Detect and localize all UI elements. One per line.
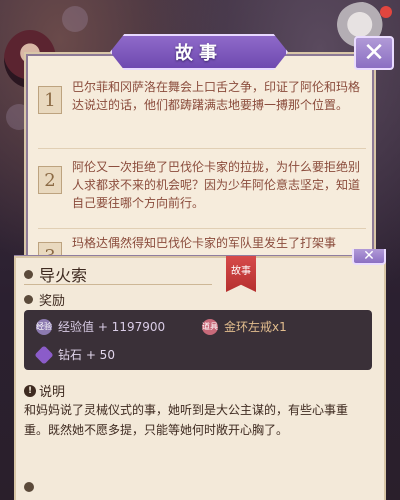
close-icon: ✕ xyxy=(363,38,385,68)
reward-item[interactable]: 道具 金环左戒x1 xyxy=(202,318,287,335)
bullet-icon xyxy=(24,482,34,492)
reward-item[interactable]: 经验 经验值 + 1197900 xyxy=(36,318,165,335)
description-section-header: ! 说明 xyxy=(24,381,65,400)
reward-text: 经验值 + 1197900 xyxy=(58,320,166,334)
reward-text: 钻石 + 50 xyxy=(58,348,115,362)
story-title: 故事 xyxy=(175,43,223,64)
story-entry[interactable]: 1 巴尔菲和冈萨洛在舞会上口舌之争，印证了阿伦和玛格达说过的话，他们都踌躇满志地… xyxy=(38,78,372,114)
entry-number: 2 xyxy=(38,166,62,194)
close-icon: ✕ xyxy=(363,248,375,264)
icon-label: 经验 xyxy=(36,322,52,331)
detail-close-button[interactable]: ✕ xyxy=(352,248,386,265)
entry-text: 巴尔菲和冈萨洛在舞会上口舌之争，印证了阿伦和玛格达说过的话，他们都踌躇满志地要搏… xyxy=(72,80,361,112)
ribbon-label: 故事 xyxy=(231,266,251,277)
diamond-icon xyxy=(34,344,54,365)
notification-badge xyxy=(380,6,392,18)
info-icon: ! xyxy=(24,384,36,397)
menu-icon[interactable] xyxy=(62,6,88,32)
reward-text: 金环左戒x1 xyxy=(224,320,287,334)
exp-icon: 经验 xyxy=(36,318,52,335)
reward-label: 奖励 xyxy=(39,294,66,309)
reward-item[interactable]: 钻石 + 50 xyxy=(34,344,115,365)
entry-text: 玛格达偶然得知巴伐伦卡家的军队里发生了打架事 xyxy=(72,236,337,250)
entry-number: 1 xyxy=(38,86,62,114)
ring-icon: 道具 xyxy=(202,318,218,335)
story-panel: 1 巴尔菲和冈萨洛在舞会上口舌之争，印证了阿伦和玛格达说过的话，他们都踌躇满志地… xyxy=(24,52,376,264)
close-button[interactable]: ✕ xyxy=(354,36,394,70)
story-title-banner: 故事 xyxy=(110,34,288,70)
icon-label: 道具 xyxy=(202,322,218,331)
title-underline xyxy=(24,284,212,285)
bullet-icon xyxy=(24,295,33,304)
entry-text: 阿伦又一次拒绝了巴伐伦卡家的拉拢，为什么要拒绝别人求都求不来的机会呢？因为少年阿… xyxy=(72,160,361,210)
story-entry[interactable]: 2 阿伦又一次拒绝了巴伐伦卡家的拉拢，为什么要拒绝别人求都求不来的机会呢？因为少… xyxy=(38,158,372,212)
reward-section-header: 奖励 xyxy=(24,290,65,309)
detail-title-row: 导火索 xyxy=(24,262,87,286)
description-label: 说明 xyxy=(39,385,66,400)
divider xyxy=(38,228,366,229)
description-text: 和妈妈说了灵械仪式的事，她听到是大公主谋的，有些心事重重。既然她不愿多提，只能等… xyxy=(24,403,349,437)
detail-panel xyxy=(14,256,386,500)
detail-title: 导火索 xyxy=(39,266,88,285)
bullet-icon xyxy=(24,269,33,279)
divider xyxy=(38,148,366,149)
